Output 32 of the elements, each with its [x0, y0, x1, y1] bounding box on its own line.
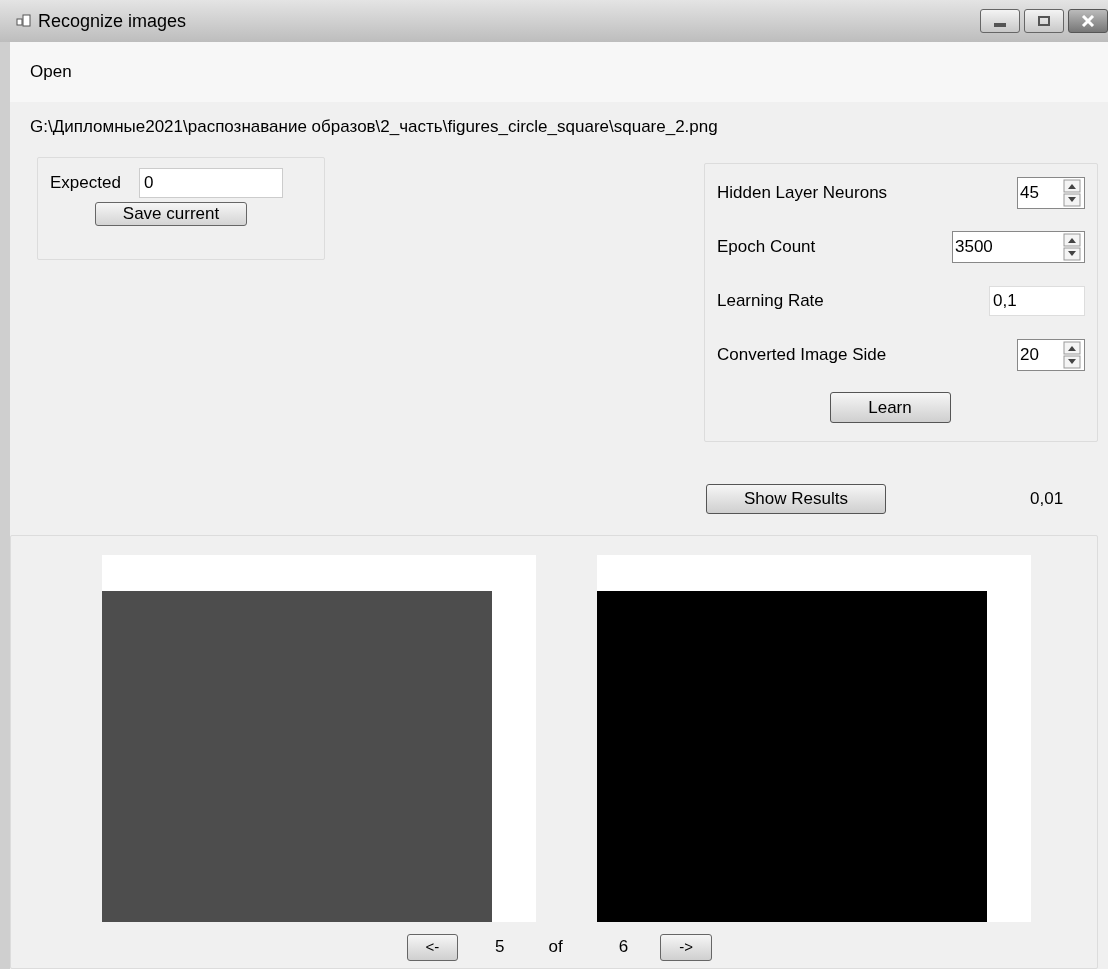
- close-button[interactable]: [1068, 9, 1108, 33]
- previous-button[interactable]: <-: [407, 933, 458, 961]
- window-title: Recognize images: [38, 9, 187, 33]
- file-path: G:\Дипломные2021\распознавание образов\2_часть\figures_circle_square\square_2.png: [29, 116, 719, 138]
- parameter-label: Converted Image Side: [717, 344, 887, 367]
- of-label: of: [548, 936, 563, 959]
- maximize-button[interactable]: [1024, 9, 1064, 33]
- parameter-label: Learning Rate: [717, 290, 824, 313]
- expected-label: Expected: [50, 172, 121, 195]
- input-field[interactable]: 0,1: [989, 286, 1085, 316]
- window-icon: [16, 13, 32, 29]
- maximize-icon: [1038, 16, 1050, 26]
- minimize-button[interactable]: [980, 9, 1020, 33]
- number-spinner[interactable]: 3500: [952, 231, 1085, 263]
- show-results-button[interactable]: Show Results: [706, 484, 886, 514]
- spin-arrows-icon[interactable]: [1063, 179, 1081, 207]
- next-button[interactable]: ->: [660, 933, 713, 961]
- save-current-button[interactable]: Save current: [95, 202, 247, 226]
- spin-arrows-icon[interactable]: [1063, 233, 1081, 261]
- learn-button[interactable]: Learn: [829, 392, 951, 423]
- total-count: 6: [618, 936, 629, 959]
- number-spinner[interactable]: 45: [1017, 177, 1085, 209]
- menu-item[interactable]: Open: [30, 59, 72, 85]
- minimize-icon: [994, 23, 1006, 27]
- current-index: 5: [495, 936, 505, 959]
- expected-field[interactable]: 0: [138, 168, 283, 198]
- parameter-label: Epoch Count: [717, 236, 816, 259]
- parameter-label: Hidden Layer Neurons: [717, 182, 888, 205]
- error-value: 0,01: [1030, 488, 1064, 511]
- spin-arrows-icon[interactable]: [1063, 341, 1081, 369]
- close-icon: [1081, 15, 1095, 27]
- number-spinner[interactable]: 20: [1017, 339, 1085, 371]
